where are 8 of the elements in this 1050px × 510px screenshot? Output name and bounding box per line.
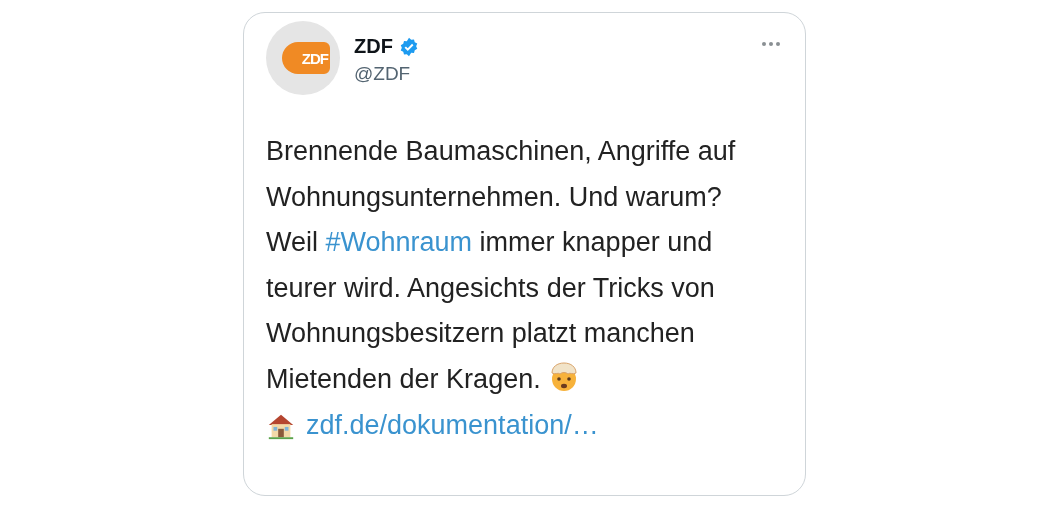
- tweet-text: Brennende Baumaschinen, Angriffe auf Wohnungsunternehmen. Und warum? Weil #Wohnraum immer knapper und teurer wird. Angesichts der Tricks von Wohnungsbesitzern platzt manchen Mietenden der Kragen.: [266, 135, 737, 396]
- more-menu-icon[interactable]: [761, 41, 781, 47]
- hashtag-link[interactable]: #Wohnraum: [325, 227, 473, 257]
- account-name[interactable]: ZDF: [354, 35, 393, 58]
- url-link[interactable]: zdf.de/dokumentation/…: [306, 410, 599, 441]
- logo: ZDF: [282, 42, 330, 74]
- account-handle[interactable]: @ZDF: [354, 63, 419, 85]
- avatar[interactable]: ZDF: [266, 21, 340, 95]
